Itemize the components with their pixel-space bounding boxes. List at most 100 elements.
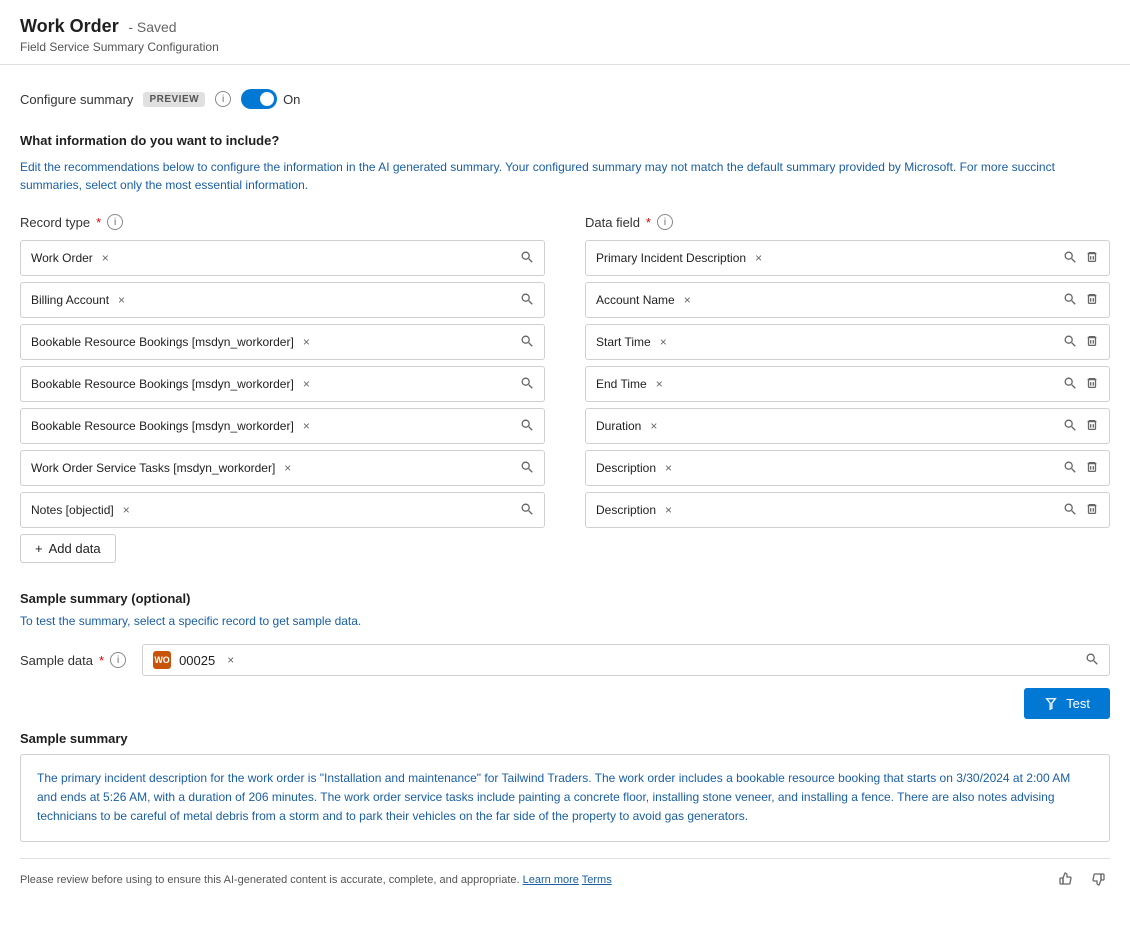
sample-record-icon: WO bbox=[153, 651, 171, 669]
data-search-0[interactable] bbox=[1063, 250, 1077, 267]
record-close-0[interactable]: × bbox=[99, 251, 112, 265]
data-grid: Record type * i Work Order × Billing A bbox=[20, 214, 1110, 563]
configure-label: Configure summary bbox=[20, 92, 133, 107]
data-search-4[interactable] bbox=[1063, 418, 1077, 435]
data-delete-5[interactable] bbox=[1085, 460, 1099, 477]
data-close-4[interactable]: × bbox=[647, 419, 660, 433]
main-content: Configure summary PREVIEW i On What info… bbox=[0, 65, 1130, 916]
data-row-3: End Time × bbox=[585, 366, 1110, 402]
sample-summary-title: Sample summary (optional) bbox=[20, 591, 1110, 606]
sample-data-required: * bbox=[99, 653, 104, 668]
sample-data-row: Sample data * i WO 00025 × bbox=[20, 644, 1110, 676]
sample-summary-content: Sample summary The primary incident desc… bbox=[20, 731, 1110, 892]
test-button[interactable]: Test bbox=[1024, 688, 1110, 719]
record-close-1[interactable]: × bbox=[115, 293, 128, 307]
sample-record-value: 00025 bbox=[179, 653, 215, 668]
data-delete-0[interactable] bbox=[1085, 250, 1099, 267]
record-tag-5: Work Order Service Tasks [msdyn_workorde… bbox=[31, 461, 275, 475]
data-delete-3[interactable] bbox=[1085, 376, 1099, 393]
sample-data-label: Sample data * i bbox=[20, 652, 126, 668]
test-btn-row: Test bbox=[20, 688, 1110, 719]
record-tag-0: Work Order bbox=[31, 251, 93, 265]
data-row-0: Primary Incident Description × bbox=[585, 240, 1110, 276]
data-row-4: Duration × bbox=[585, 408, 1110, 444]
data-tag-5: Description bbox=[596, 461, 656, 475]
record-tag-1: Billing Account bbox=[31, 293, 109, 307]
page-title: Work Order bbox=[20, 16, 119, 36]
add-data-label: Add data bbox=[49, 541, 101, 556]
thumbs-up-icon bbox=[1058, 871, 1074, 887]
data-search-3[interactable] bbox=[1063, 376, 1077, 393]
sample-search-icon[interactable] bbox=[1085, 652, 1099, 669]
thumbs-down-button[interactable] bbox=[1086, 869, 1110, 892]
data-tag-0: Primary Incident Description bbox=[596, 251, 746, 265]
data-tag-4: Duration bbox=[596, 419, 641, 433]
data-row-5: Description × bbox=[585, 450, 1110, 486]
header-title-row: Work Order - Saved bbox=[20, 16, 1110, 37]
learn-more-link[interactable]: Learn more bbox=[523, 874, 579, 886]
record-search-4[interactable] bbox=[520, 418, 534, 435]
record-row-6: Notes [objectid] × bbox=[20, 492, 545, 528]
data-close-2[interactable]: × bbox=[657, 335, 670, 349]
record-search-0[interactable] bbox=[520, 250, 534, 267]
thumbs-down-icon bbox=[1090, 871, 1106, 887]
preview-badge: PREVIEW bbox=[143, 92, 205, 107]
section-question: What information do you want to include? bbox=[20, 133, 1110, 148]
record-search-2[interactable] bbox=[520, 334, 534, 351]
record-close-2[interactable]: × bbox=[300, 335, 313, 349]
data-tag-2: Start Time bbox=[596, 335, 651, 349]
test-icon bbox=[1044, 697, 1058, 711]
record-search-5[interactable] bbox=[520, 460, 534, 477]
record-row-4: Bookable Resource Bookings [msdyn_workor… bbox=[20, 408, 545, 444]
summary-box: The primary incident description for the… bbox=[20, 754, 1110, 842]
sample-record-close[interactable]: × bbox=[227, 653, 234, 667]
terms-link[interactable]: Terms bbox=[582, 874, 612, 886]
sample-data-info-icon[interactable]: i bbox=[110, 652, 126, 668]
record-tag-3: Bookable Resource Bookings [msdyn_workor… bbox=[31, 377, 294, 391]
data-delete-1[interactable] bbox=[1085, 292, 1099, 309]
add-data-button[interactable]: + Add data bbox=[20, 534, 116, 563]
data-search-5[interactable] bbox=[1063, 460, 1077, 477]
record-close-5[interactable]: × bbox=[281, 461, 294, 475]
data-field-required: * bbox=[646, 215, 651, 230]
data-row-1: Account Name × bbox=[585, 282, 1110, 318]
data-tag-6: Description bbox=[596, 503, 656, 517]
data-field-info-icon[interactable]: i bbox=[657, 214, 673, 230]
summary-footer-text: Please review before using to ensure thi… bbox=[20, 874, 612, 886]
data-close-1[interactable]: × bbox=[681, 293, 694, 307]
configure-row: Configure summary PREVIEW i On bbox=[20, 89, 1110, 109]
data-delete-6[interactable] bbox=[1085, 502, 1099, 519]
data-row-6: Description × bbox=[585, 492, 1110, 528]
record-tag-6: Notes [objectid] bbox=[31, 503, 114, 517]
data-close-6[interactable]: × bbox=[662, 503, 675, 517]
summary-toggle[interactable] bbox=[241, 89, 277, 109]
page-container: Work Order - Saved Field Service Summary… bbox=[0, 0, 1130, 947]
record-search-3[interactable] bbox=[520, 376, 534, 393]
record-row-3: Bookable Resource Bookings [msdyn_workor… bbox=[20, 366, 545, 402]
data-delete-2[interactable] bbox=[1085, 334, 1099, 351]
record-type-header: Record type * i bbox=[20, 214, 545, 230]
record-search-1[interactable] bbox=[520, 292, 534, 309]
summary-footer: Please review before using to ensure thi… bbox=[20, 858, 1110, 892]
toggle-label: On bbox=[283, 92, 300, 107]
thumbs-up-button[interactable] bbox=[1054, 869, 1078, 892]
configure-info-icon[interactable]: i bbox=[215, 91, 231, 107]
record-tag-2: Bookable Resource Bookings [msdyn_workor… bbox=[31, 335, 294, 349]
record-tag-4: Bookable Resource Bookings [msdyn_workor… bbox=[31, 419, 294, 433]
data-search-2[interactable] bbox=[1063, 334, 1077, 351]
record-close-4[interactable]: × bbox=[300, 419, 313, 433]
data-close-3[interactable]: × bbox=[653, 377, 666, 391]
sample-summary-result-title: Sample summary bbox=[20, 731, 1110, 746]
sample-summary-desc: To test the summary, select a specific r… bbox=[20, 614, 1110, 628]
data-search-6[interactable] bbox=[1063, 502, 1077, 519]
data-close-5[interactable]: × bbox=[662, 461, 675, 475]
data-delete-4[interactable] bbox=[1085, 418, 1099, 435]
record-close-3[interactable]: × bbox=[300, 377, 313, 391]
record-type-info-icon[interactable]: i bbox=[107, 214, 123, 230]
data-search-1[interactable] bbox=[1063, 292, 1077, 309]
record-close-6[interactable]: × bbox=[120, 503, 133, 517]
data-field-header: Data field * i bbox=[585, 214, 1110, 230]
record-search-6[interactable] bbox=[520, 502, 534, 519]
saved-label: - Saved bbox=[128, 19, 176, 35]
data-close-0[interactable]: × bbox=[752, 251, 765, 265]
